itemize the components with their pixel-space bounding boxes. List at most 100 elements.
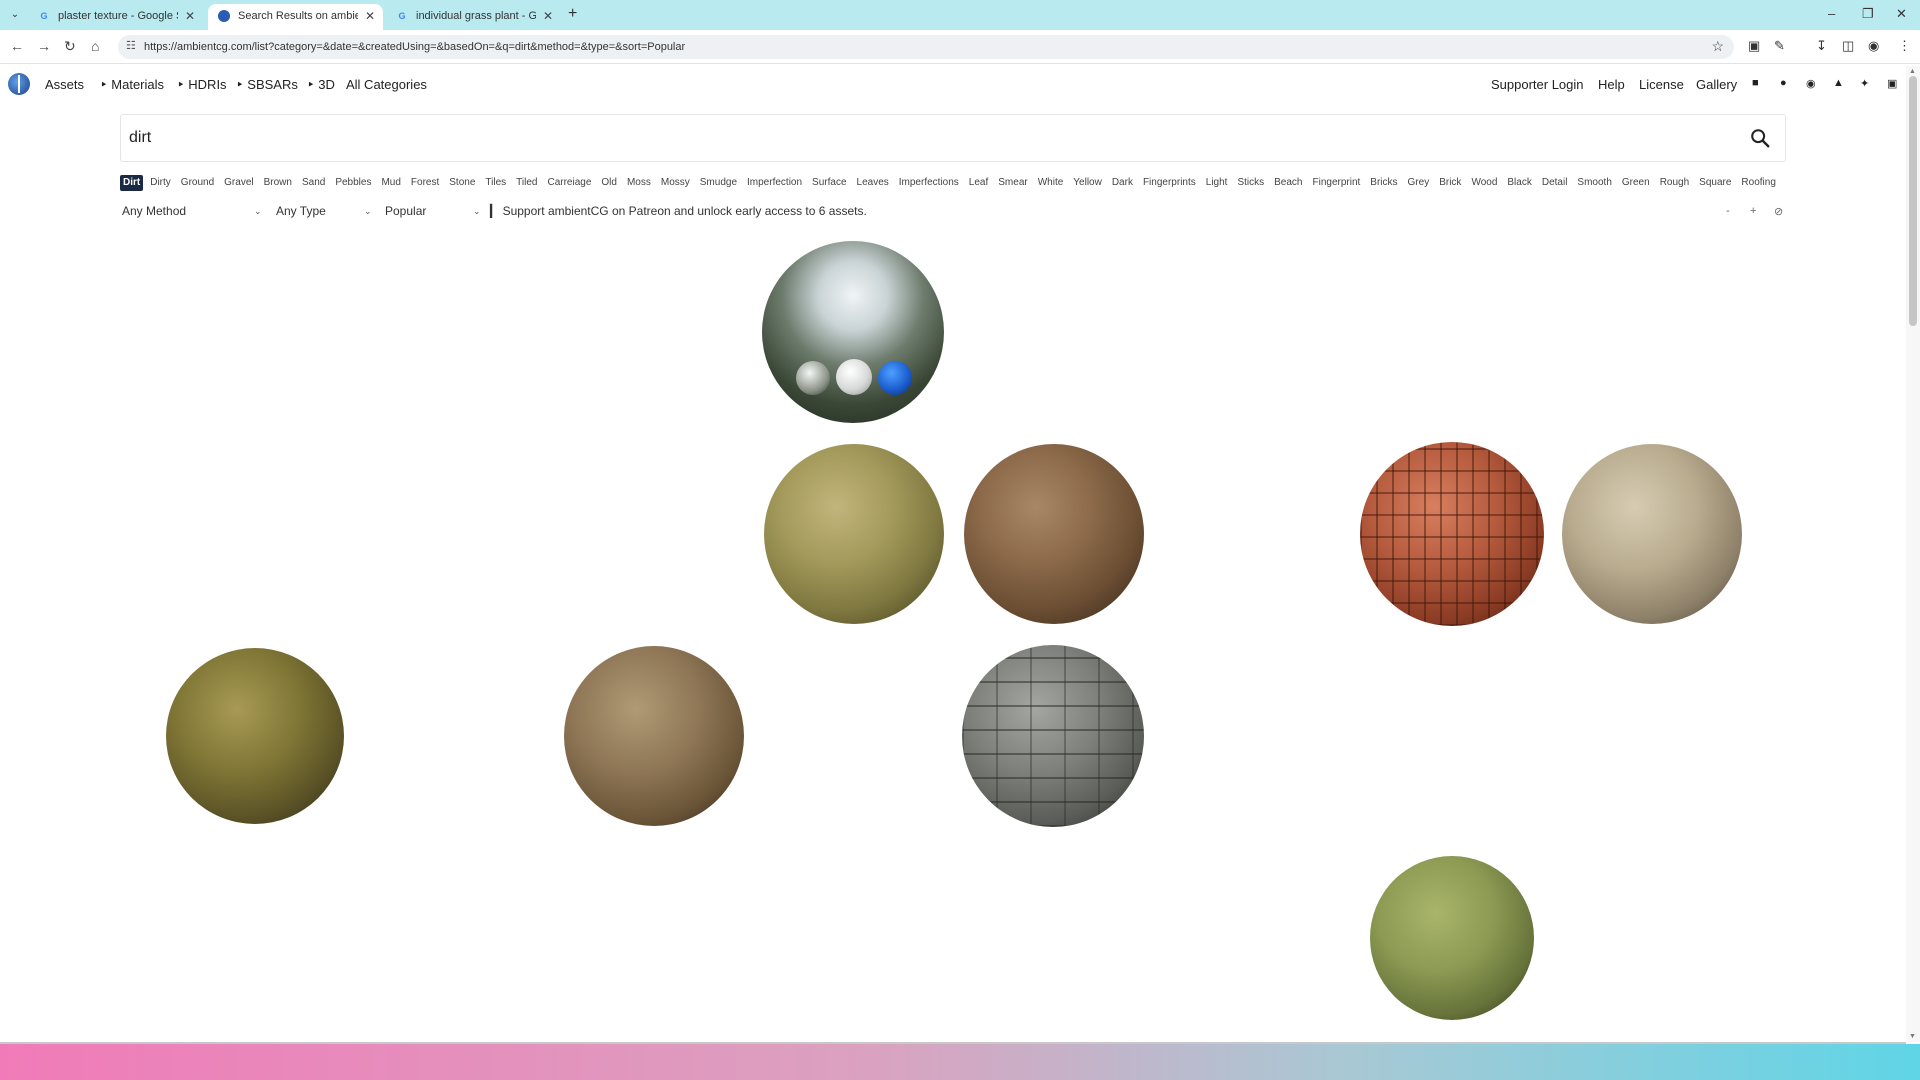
nav-sbsars[interactable]: ‣ SBSARs (236, 77, 298, 93)
scroll-up-icon[interactable]: ▲ (1909, 68, 1916, 75)
tag-chip[interactable]: Imperfection (744, 175, 805, 191)
asset-hdri-preview[interactable] (762, 241, 944, 423)
nav-hdris[interactable]: ‣ HDRIs (177, 77, 227, 93)
tag-chip[interactable]: Brick (1436, 175, 1464, 191)
tag-chip[interactable]: Dark (1109, 175, 1136, 191)
tag-chip[interactable]: Ground (178, 175, 217, 191)
tag-chip[interactable]: Rough (1657, 175, 1692, 191)
nav-materials[interactable]: ‣ Materials (100, 77, 164, 93)
tag-chip[interactable]: Sand (299, 175, 328, 191)
tag-chip[interactable]: Black (1504, 175, 1534, 191)
patreon-p-icon[interactable]: ● (1780, 77, 1787, 89)
home-icon[interactable]: ⌂ (91, 38, 99, 54)
tag-chip[interactable]: Smear (995, 175, 1030, 191)
twitter-icon[interactable]: ✦ (1860, 77, 1869, 90)
sort-select[interactable]: Popular ⌄ (385, 204, 481, 218)
tag-chip[interactable]: Green (1619, 175, 1653, 191)
tag-chip[interactable]: Fingerprints (1140, 175, 1199, 191)
url-text[interactable]: https://ambientcg.com/list?category=&dat… (144, 41, 685, 53)
tag-chip[interactable]: Smooth (1574, 175, 1614, 191)
tag-chip[interactable]: Smudge (697, 175, 740, 191)
browser-tab-1[interactable]: G plaster texture - Google Search ✕ (28, 4, 203, 30)
menu-kebab-icon[interactable]: ⋮ (1898, 38, 1911, 54)
tag-chip[interactable]: Forest (408, 175, 442, 191)
asset-dry-dirt[interactable] (564, 646, 744, 826)
nav-supporter-login[interactable]: Supporter Login (1491, 77, 1584, 92)
instagram-icon[interactable]: ▣ (1887, 77, 1897, 90)
tag-chip[interactable]: Square (1696, 175, 1734, 191)
patreon-icon[interactable]: ■ (1752, 77, 1759, 89)
download-icon[interactable]: ↧ (1816, 38, 1827, 54)
url-bar[interactable]: ☷ https://ambientcg.com/list?category=&d… (118, 35, 1734, 59)
tag-chip[interactable]: Mossy (658, 175, 693, 191)
nav-gallery[interactable]: Gallery (1696, 77, 1737, 92)
tag-chip[interactable]: Surface (809, 175, 849, 191)
browser-tab-3[interactable]: G individual grass plant - Google ✕ (386, 4, 561, 30)
tag-chip[interactable]: Roofing (1738, 175, 1778, 191)
back-arrow-icon[interactable]: ← (10, 38, 24, 54)
tag-chip[interactable]: Moss (624, 175, 654, 191)
tag-chip[interactable]: Tiled (513, 175, 540, 191)
minimize-icon[interactable]: – (1828, 6, 1835, 21)
patreon-notice[interactable]: ▎ Support ambientCG on Patreon and unloc… (490, 204, 867, 218)
tag-chip[interactable]: Tiles (482, 175, 509, 191)
grid-toggle-icon[interactable]: ⊘ (1774, 205, 1783, 218)
method-select[interactable]: Any Method ⌄ (122, 204, 262, 218)
tag-chip[interactable]: Me (1783, 175, 1787, 191)
tag-chip[interactable]: Dirt (120, 175, 144, 191)
tag-chip[interactable]: Imperfections (896, 175, 962, 191)
tag-chip[interactable]: Detail (1539, 175, 1571, 191)
tag-chip[interactable]: Old (598, 175, 620, 191)
asset-dirt-sticks[interactable] (964, 444, 1144, 624)
nav-assets[interactable]: Assets (45, 77, 84, 92)
tag-chip[interactable]: Pebbles (332, 175, 374, 191)
side-panel-icon[interactable]: ◫ (1842, 38, 1854, 54)
tag-chip[interactable]: Gravel (221, 175, 256, 191)
reload-icon[interactable]: ↻ (64, 38, 76, 55)
new-tab-plus-icon[interactable]: + (568, 5, 577, 23)
page-scrollbar[interactable]: ▲ ▼ (1906, 66, 1920, 1042)
zoom-out-button[interactable]: - (1726, 205, 1730, 217)
asset-roof-tiles[interactable] (1360, 442, 1544, 626)
restore-icon[interactable]: ❐ (1862, 6, 1874, 22)
extension-b-icon[interactable]: ▣ (1748, 38, 1760, 54)
ambientcg-logo[interactable] (8, 73, 30, 95)
tag-chip[interactable]: Carreiage (544, 175, 594, 191)
tag-chip[interactable]: Yellow (1070, 175, 1105, 191)
asset-rock-ground[interactable] (166, 648, 344, 824)
close-icon[interactable]: ✕ (365, 9, 375, 23)
zoom-in-button[interactable]: + (1750, 205, 1756, 217)
close-icon[interactable]: ✕ (543, 9, 553, 23)
tag-chip[interactable]: Leaf (966, 175, 991, 191)
scroll-down-icon[interactable]: ▼ (1909, 1033, 1916, 1040)
profile-avatar-icon[interactable]: ◉ (1868, 38, 1879, 54)
tag-chip[interactable]: Mud (378, 175, 403, 191)
nav-3d[interactable]: ‣ 3D (307, 77, 335, 93)
forward-arrow-icon[interactable]: → (37, 38, 51, 54)
bookmark-star-icon[interactable]: ☆ (1711, 38, 1724, 55)
asset-mossy-dirt[interactable] (764, 444, 944, 624)
window-close-icon[interactable]: ✕ (1896, 6, 1907, 22)
tag-chip[interactable]: Grey (1405, 175, 1433, 191)
search-input[interactable] (129, 125, 1719, 151)
nav-help[interactable]: Help (1598, 77, 1625, 92)
tag-chip[interactable]: Brown (261, 175, 295, 191)
nav-all-categories[interactable]: All Categories (346, 77, 427, 92)
extensions-puzzle-icon[interactable]: ✎ (1774, 38, 1785, 54)
search-icon[interactable] (1749, 127, 1771, 149)
type-select[interactable]: Any Type ⌄ (276, 204, 372, 218)
asset-gravel-dirt[interactable] (1562, 444, 1742, 624)
tag-chip[interactable]: Beach (1271, 175, 1305, 191)
scrollbar-thumb[interactable] (1909, 76, 1917, 326)
artstation-icon[interactable]: ▲ (1833, 77, 1844, 89)
tab-search-icon[interactable]: ⌄ (6, 6, 24, 24)
tag-chip[interactable]: Sticks (1234, 175, 1267, 191)
tag-chip[interactable]: Fingerprint (1309, 175, 1363, 191)
asset-stone-wall[interactable] (962, 645, 1144, 827)
site-settings-icon[interactable]: ☷ (126, 39, 136, 52)
close-icon[interactable]: ✕ (185, 9, 195, 23)
browser-tab-2[interactable]: Search Results on ambientCG ✕ (208, 4, 383, 30)
tag-chip[interactable]: Light (1203, 175, 1231, 191)
asset-moss-ground[interactable] (1370, 856, 1534, 1020)
tag-chip[interactable]: Stone (446, 175, 478, 191)
